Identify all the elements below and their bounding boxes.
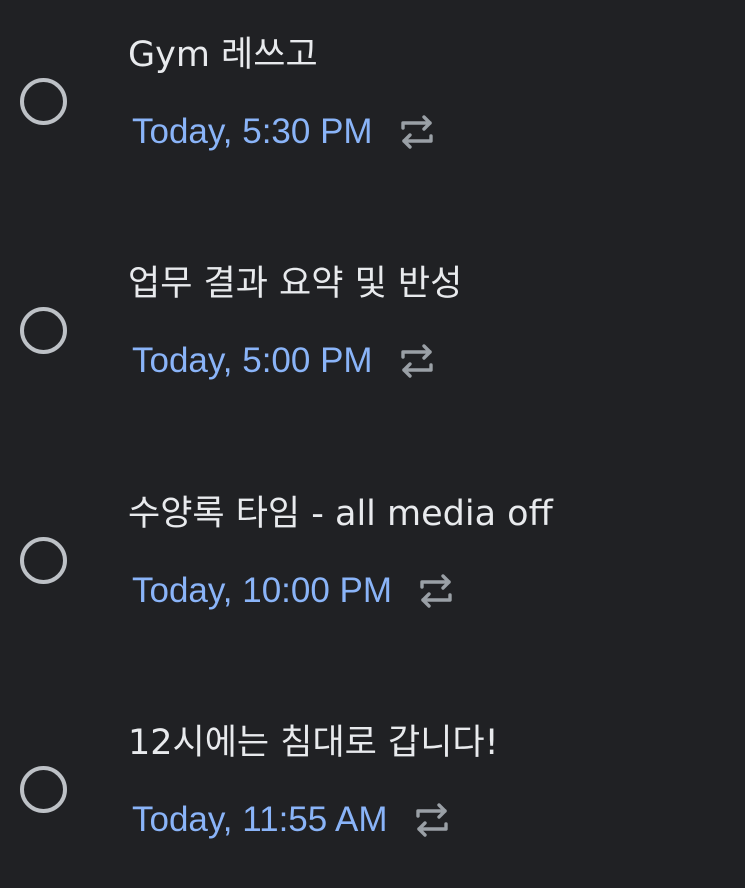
complete-checkbox[interactable] [20, 78, 67, 125]
due-date-text: Today, 5:00 PM [132, 341, 373, 380]
task-title[interactable]: 업무 결과 요약 및 반성 [128, 261, 462, 307]
due-date-text: Today, 10:00 PM [132, 571, 393, 610]
task-item[interactable]: Gym 레쓰고 Today, 5:30 PM [0, 0, 745, 200]
task-item[interactable]: 업무 결과 요약 및 반성 Today, 5:00 PM [0, 229, 745, 429]
due-date-chip[interactable]: Today, 10:00 PM [132, 568, 454, 614]
repeat-icon [399, 343, 435, 379]
due-date-chip[interactable]: Today, 5:00 PM [132, 338, 435, 384]
complete-checkbox[interactable] [20, 307, 67, 354]
complete-checkbox[interactable] [20, 766, 67, 813]
task-title[interactable]: 수양록 타임 - all media off [128, 491, 553, 537]
repeat-icon [418, 573, 454, 609]
task-item[interactable]: 수양록 타임 - all media off Today, 10:00 PM [0, 459, 745, 659]
repeat-icon [414, 802, 450, 838]
due-date-chip[interactable]: Today, 5:30 PM [132, 109, 435, 155]
due-date-chip[interactable]: Today, 11:55 AM [132, 797, 450, 843]
complete-checkbox[interactable] [20, 537, 67, 584]
task-item[interactable]: 12시에는 침대로 갑니다! Today, 11:55 AM [0, 688, 745, 888]
task-title[interactable]: 12시에는 침대로 갑니다! [128, 720, 499, 766]
repeat-icon [399, 114, 435, 150]
due-date-text: Today, 11:55 AM [132, 800, 388, 839]
due-date-text: Today, 5:30 PM [132, 112, 373, 151]
task-title[interactable]: Gym 레쓰고 [128, 32, 318, 78]
task-list: Gym 레쓰고 Today, 5:30 PM 업무 결과 요약 및 반성 Tod… [0, 0, 745, 855]
